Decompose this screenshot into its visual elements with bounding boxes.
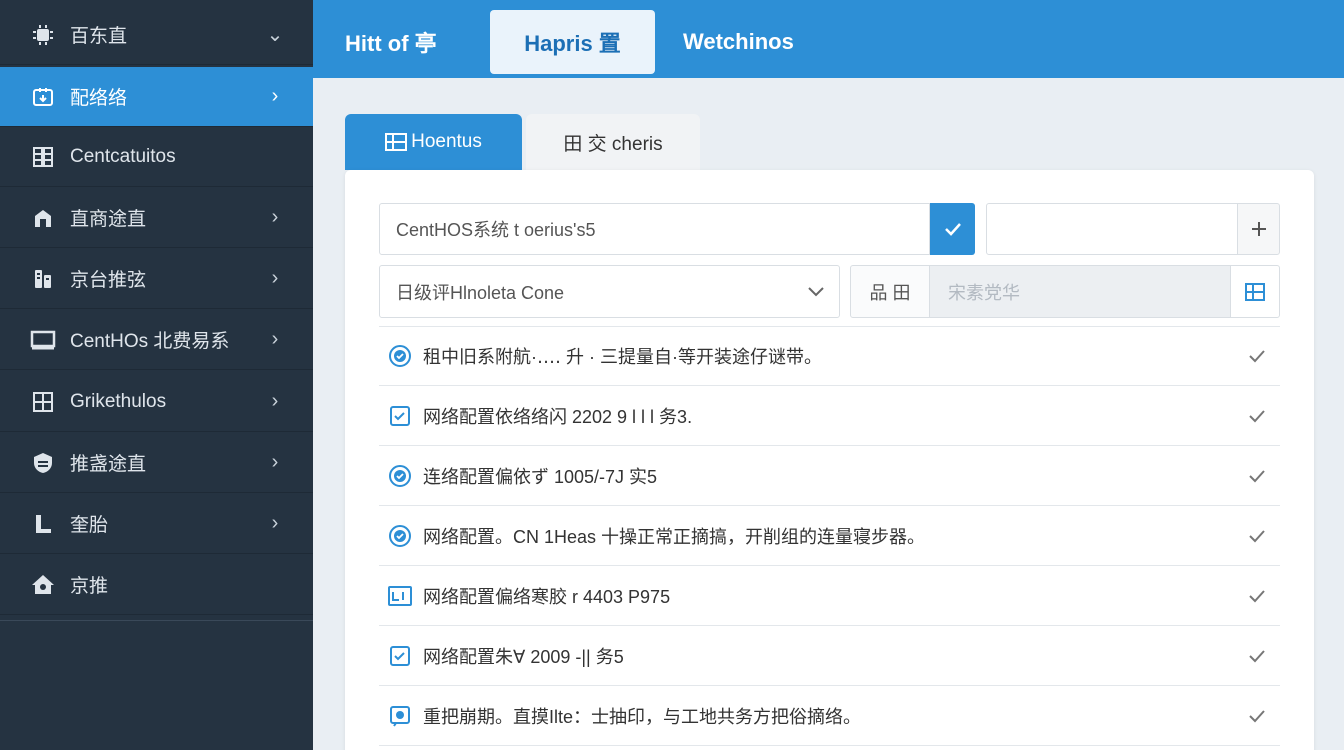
list-item[interactable]: 租中旧系附航·‥‥ 升 · 三提量自·等开装途仔谜带。 xyxy=(379,326,1280,386)
sidebar-item-label: 京推 xyxy=(70,576,109,597)
secondary-input[interactable] xyxy=(986,203,1238,255)
settings-icon xyxy=(30,266,56,292)
list-item[interactable]: 网络配置依络络闪 2202 9 l l l 务3. xyxy=(379,386,1280,446)
terminal-icon xyxy=(387,583,413,609)
sidebar-item-label: CentHOs 北费易系 xyxy=(70,331,230,352)
monitor-icon xyxy=(30,327,56,353)
sidebar: 百东直 ⌄ 配络络 › Centcatuitos 直商途直 › 京台推弦 › C… xyxy=(0,0,313,750)
layout-icon xyxy=(1245,282,1265,301)
shield-check-icon xyxy=(387,343,413,369)
check-icon[interactable] xyxy=(1242,405,1272,427)
add-button[interactable] xyxy=(1237,203,1280,255)
type-select[interactable]: 日级评Hlnoleta Cone xyxy=(379,265,840,318)
field-label: 品 田 xyxy=(869,282,911,303)
chevron-right-icon: › xyxy=(271,390,279,412)
sidebar-item-5[interactable]: CentHOs 北费易系 › xyxy=(0,310,313,370)
chevron-right-icon: › xyxy=(271,267,279,289)
sidebar-item-label: 推盏途直 xyxy=(70,454,147,475)
sidebar-item-7[interactable]: 推盏途直 › xyxy=(0,433,313,493)
list-item-text: 网络配置。CN 1Heas 十操正常正摘搞，开削组的连量寝步器。 xyxy=(423,526,926,547)
chevron-right-icon: › xyxy=(271,85,279,107)
check-icon[interactable] xyxy=(1242,465,1272,487)
layout-button[interactable] xyxy=(1230,265,1280,318)
filter-input[interactable]: 宋素党华 xyxy=(929,265,1231,318)
chevron-down-icon xyxy=(807,286,825,298)
chevron-right-icon: › xyxy=(271,328,279,350)
content-tab-label: Hoentus xyxy=(411,131,482,152)
doc-icon xyxy=(387,403,413,429)
sidebar-item-label: Grikethulos xyxy=(70,390,167,412)
grid-icon xyxy=(30,389,56,415)
doc-icon xyxy=(387,643,413,669)
list-item-text: 网络配置依络络闪 2202 9 l l l 务3. xyxy=(423,406,693,427)
list-item[interactable]: 网络配置。CN 1Heas 十操正常正摘搞，开削组的连量寝步器。 xyxy=(379,506,1280,566)
chat-icon xyxy=(387,703,413,729)
sidebar-item-label: 百东直 xyxy=(70,26,128,47)
user-icon xyxy=(30,511,56,537)
sidebar-item-label: 直商途直 xyxy=(70,209,147,230)
chevron-right-icon: › xyxy=(271,451,279,473)
list-item-text: 租中旧系附航·‥‥ 升 · 三提量自·等开装途仔谜带。 xyxy=(423,347,823,367)
sidebar-item-4[interactable]: 京台推弦 › xyxy=(0,249,313,309)
shield-check-icon xyxy=(387,463,413,489)
shield-icon xyxy=(30,450,56,476)
check-icon[interactable] xyxy=(1242,645,1272,667)
sidebar-item-1[interactable]: 配络络 › xyxy=(0,67,313,127)
check-icon[interactable] xyxy=(1242,345,1272,367)
check-icon[interactable] xyxy=(1242,705,1272,727)
network-icon xyxy=(30,84,56,110)
list-item-text: 网络配置偏络寒胶 r 4403 P975 xyxy=(423,586,671,607)
check-icon xyxy=(942,218,964,240)
header-tab-2[interactable]: Wetchinos xyxy=(683,10,794,74)
search-input[interactable]: CentHOS系统 t oerius's5 xyxy=(379,203,930,255)
chip-icon xyxy=(30,22,56,48)
sidebar-divider xyxy=(0,620,313,621)
check-icon[interactable] xyxy=(1242,585,1272,607)
grid-icon xyxy=(385,132,408,152)
search-input-value: CentHOS系统 t oerius's5 xyxy=(396,220,596,240)
sidebar-item-8[interactable]: 奎胎 › xyxy=(0,494,313,554)
plus-icon xyxy=(1249,219,1269,239)
check-icon[interactable] xyxy=(1242,525,1272,547)
sidebar-item-0[interactable]: 百东直 ⌄ xyxy=(0,5,313,65)
list-item-text: 重把崩期。直摸Ilte：士抽印，与工地共务方把俗摘络。 xyxy=(423,706,862,727)
list-item[interactable]: 重把崩期。直摸Ilte：士抽印，与工地共务方把俗摘络。 xyxy=(379,686,1280,746)
sidebar-item-9[interactable]: 京推 xyxy=(0,555,313,615)
sidebar-item-6[interactable]: Grikethulos › xyxy=(0,372,313,432)
chevron-right-icon: › xyxy=(271,206,279,228)
header-tab-0[interactable]: Hitt of 亭 xyxy=(345,10,437,74)
sidebar-item-label: Centcatuitos xyxy=(70,145,176,167)
sidebar-item-label: 奎胎 xyxy=(70,515,109,536)
chevron-down-icon: ⌄ xyxy=(266,24,284,46)
sidebar-item-3[interactable]: 直商途直 › xyxy=(0,188,313,248)
list-item[interactable]: 连络配置偏依ず 1005/-7J 实5 xyxy=(379,446,1280,506)
content-tab-0[interactable]: Hoentus xyxy=(345,114,522,170)
type-select-value: 日级评Hlnoleta Cone xyxy=(396,282,565,303)
list-item-text: 连络配置偏依ず 1005/-7J 实5 xyxy=(423,466,658,487)
building-icon xyxy=(30,205,56,231)
sidebar-item-2[interactable]: Centcatuitos xyxy=(0,127,313,187)
top-header: Hitt of 亭 Hapris 置 Wetchinos xyxy=(313,0,1344,78)
sidebar-item-label: 配络络 xyxy=(70,88,128,109)
sidebar-item-label: 京台推弦 xyxy=(70,270,147,291)
header-tab-1[interactable]: Hapris 置 xyxy=(490,10,655,74)
field-label-box: 品 田 xyxy=(850,265,930,318)
confirm-button[interactable] xyxy=(930,203,975,255)
chevron-right-icon: › xyxy=(271,512,279,534)
filter-input-placeholder: 宋素党华 xyxy=(948,282,1020,303)
server-icon xyxy=(30,144,56,170)
shield-check-icon xyxy=(387,523,413,549)
list-item[interactable]: 网络配置朱∀ 2009 -|| 务5 xyxy=(379,626,1280,686)
home-icon xyxy=(30,572,56,598)
content-tab-1[interactable]: 田 交 cheris xyxy=(526,114,700,170)
list-item[interactable]: 网络配置偏络寒胶 r 4403 P975 xyxy=(379,566,1280,626)
list-item-text: 网络配置朱∀ 2009 -|| 务5 xyxy=(423,646,624,667)
